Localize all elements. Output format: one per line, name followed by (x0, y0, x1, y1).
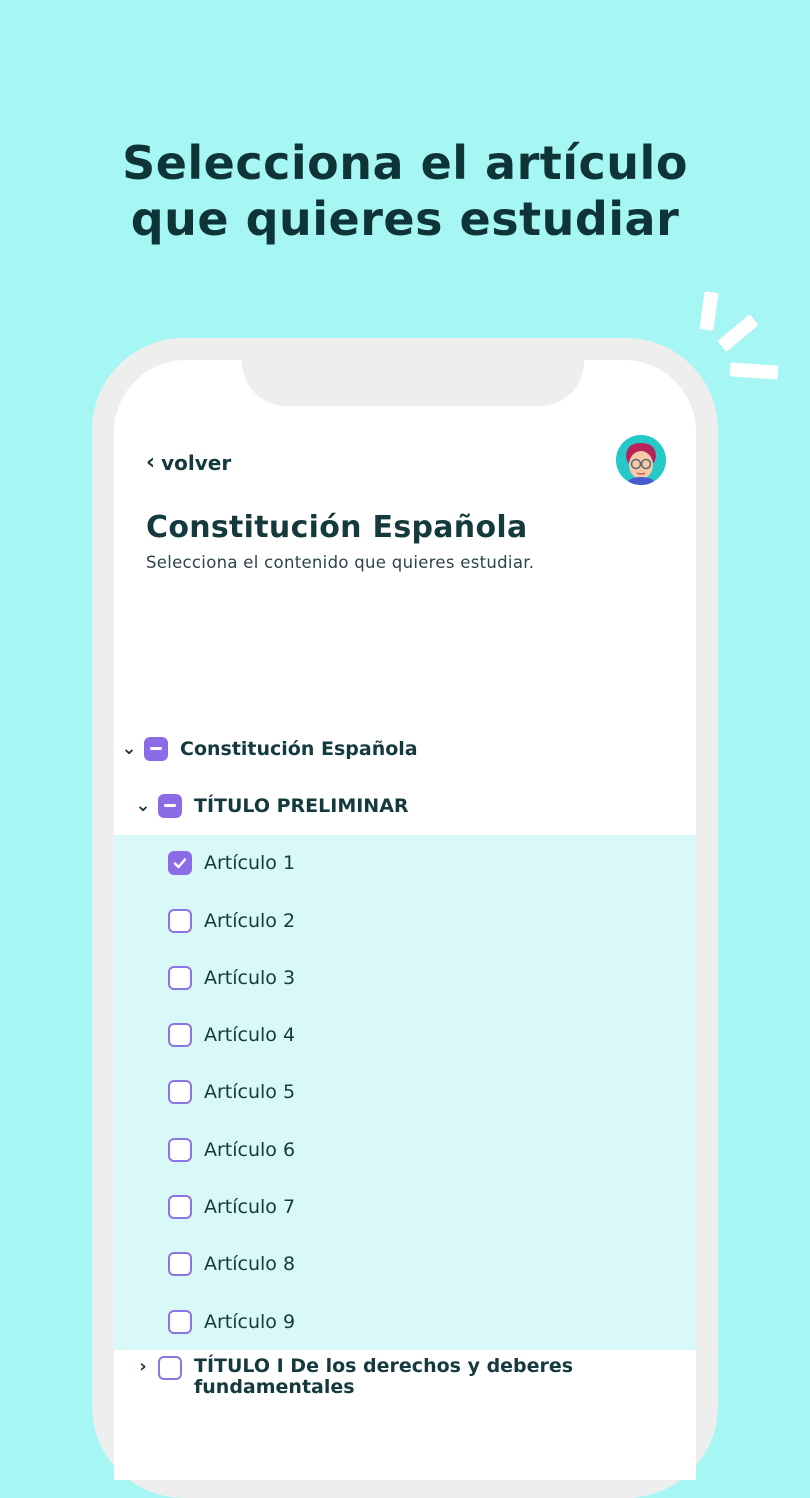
article-item-7[interactable]: Artículo 7 (114, 1178, 696, 1235)
article-label: Artículo 3 (204, 966, 296, 989)
back-label: volver (161, 450, 232, 475)
avatar[interactable] (616, 435, 666, 485)
article-label: Artículo 2 (204, 909, 296, 932)
article-label: Artículo 7 (204, 1196, 296, 1219)
checkbox[interactable] (168, 965, 192, 990)
partial-checkbox[interactable] (158, 793, 182, 818)
chevron-left-icon: ‹ (146, 450, 156, 475)
back-button[interactable]: ‹ volver (146, 450, 231, 475)
article-item-9[interactable]: Artículo 9 (114, 1293, 696, 1350)
phone-notch (242, 360, 584, 406)
headline-line-2: que quieres estudiar (130, 192, 680, 246)
article-label: Artículo 6 (204, 1138, 296, 1161)
phone-screen: ‹ volver Constitución Española Seleccion… (114, 360, 696, 1480)
article-item-2[interactable]: Artículo 2 (114, 892, 696, 949)
headline-line-1: Selecciona el artículo (122, 136, 688, 190)
headline: Selecciona el artículo que quieres estud… (0, 135, 810, 247)
article-label: Artículo 8 (204, 1253, 296, 1276)
checkbox[interactable] (168, 1195, 192, 1220)
article-item-8[interactable]: Artículo 8 (114, 1236, 696, 1293)
chevron-right-icon[interactable]: › (132, 1356, 154, 1377)
minus-icon (164, 804, 176, 808)
page-subtitle: Selecciona el contenido que quieres estu… (146, 553, 535, 572)
article-label: Artículo 1 (204, 852, 296, 875)
avatar-icon (616, 435, 666, 485)
checkbox-checked[interactable] (168, 851, 192, 876)
checkbox[interactable] (158, 1356, 182, 1381)
checkbox[interactable] (168, 1309, 192, 1334)
page-title: Constitución Española (146, 510, 528, 545)
tree-node-label: TÍTULO I De los derechos y deberes funda… (194, 1355, 574, 1399)
chevron-down-icon[interactable]: ⌄ (132, 795, 154, 816)
article-list: Artículo 1 Artículo 2 Artículo 3 Artícul… (114, 834, 696, 1351)
tree-node-titulo-preliminar[interactable]: ⌄ TÍTULO PRELIMINAR (114, 777, 696, 834)
phone-frame: ‹ volver Constitución Española Seleccion… (92, 338, 718, 1498)
partial-checkbox[interactable] (144, 736, 168, 761)
sparkle-stroke (729, 362, 779, 380)
sparkle-stroke (699, 291, 719, 331)
checkbox[interactable] (168, 1137, 192, 1162)
article-item-1[interactable]: Artículo 1 (114, 835, 696, 892)
checkbox[interactable] (168, 1023, 192, 1048)
minus-icon (150, 747, 162, 751)
tree-node-label: Constitución Española (180, 737, 418, 760)
article-label: Artículo 9 (204, 1310, 296, 1333)
article-label: Artículo 4 (204, 1024, 296, 1047)
chevron-down-icon[interactable]: ⌄ (118, 738, 140, 759)
checkbox[interactable] (168, 908, 192, 933)
tree-node-label: TÍTULO PRELIMINAR (194, 794, 409, 817)
tree-node-constitucion[interactable]: ⌄ Constitución Española (114, 720, 696, 777)
article-item-5[interactable]: Artículo 5 (114, 1064, 696, 1121)
tree-node-titulo-1[interactable]: › TÍTULO I De los derechos y deberes fun… (114, 1350, 696, 1418)
sparkle-stroke (717, 314, 759, 352)
article-item-6[interactable]: Artículo 6 (114, 1121, 696, 1178)
article-item-3[interactable]: Artículo 3 (114, 949, 696, 1006)
article-label: Artículo 5 (204, 1081, 296, 1104)
article-item-4[interactable]: Artículo 4 (114, 1006, 696, 1063)
checkbox[interactable] (168, 1252, 192, 1277)
check-icon (173, 858, 187, 869)
checkbox[interactable] (168, 1080, 192, 1105)
content-tree: ⌄ Constitución Española ⌄ TÍTULO PRELIMI… (114, 720, 696, 1418)
